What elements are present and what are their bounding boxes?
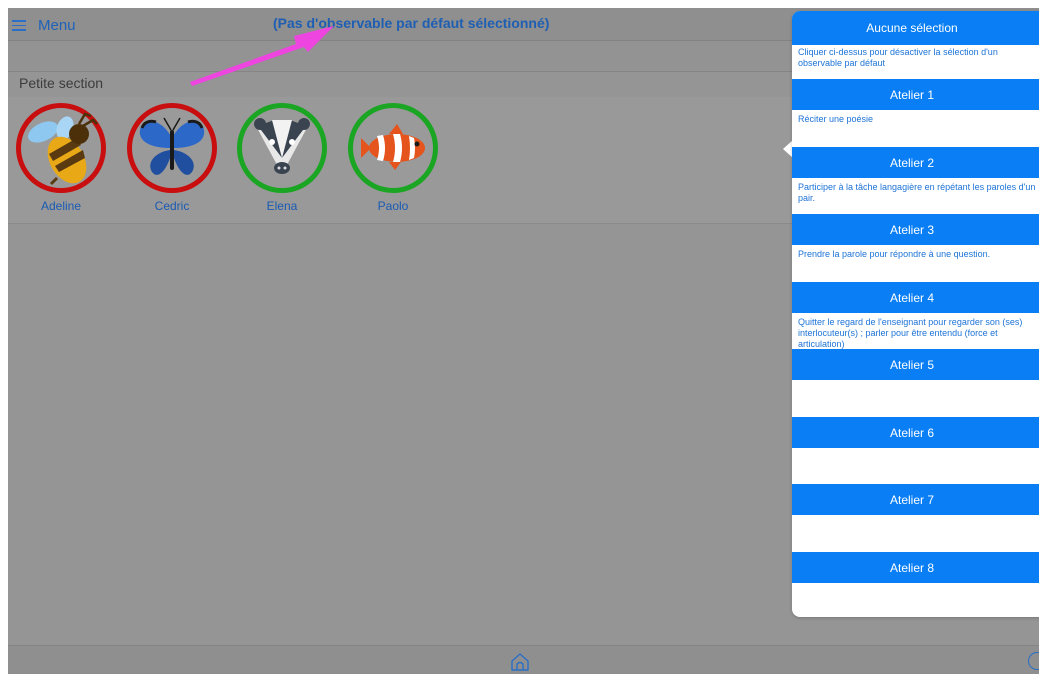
atelier-7-button[interactable]: Atelier 7	[792, 484, 1039, 515]
avatar	[348, 103, 438, 193]
student-name: Cedric	[154, 199, 190, 213]
section-title: Petite section	[19, 75, 104, 91]
avatar	[237, 103, 327, 193]
atelier-6-description[interactable]	[798, 452, 1039, 484]
student-name: Adeline	[40, 199, 82, 213]
bee-icon	[28, 112, 98, 186]
menu-button[interactable]: Menu	[12, 14, 76, 36]
student-card-adeline[interactable]: Adeline	[11, 103, 111, 215]
page-title: (Pas d'observable par défaut sélectionné…	[273, 15, 550, 31]
menu-label: Menu	[38, 16, 76, 34]
home-icon[interactable]	[509, 651, 531, 673]
hamburger-icon	[12, 20, 26, 31]
atelier-7-description[interactable]	[798, 519, 1039, 551]
clownfish-icon	[361, 124, 425, 170]
no-selection-button[interactable]: Aucune sélection	[792, 11, 1039, 45]
atelier-5-button[interactable]: Atelier 5	[792, 349, 1039, 380]
atelier-2-description[interactable]: Participer à la tâche langagière en répé…	[798, 182, 1039, 214]
avatar	[127, 103, 217, 193]
student-name: Paolo	[377, 199, 409, 213]
bottom-bar	[8, 645, 1039, 674]
avatar	[16, 103, 106, 193]
no-selection-description[interactable]: Cliquer ci-dessus pour désactiver la sél…	[798, 47, 1039, 79]
atelier-6-button[interactable]: Atelier 6	[792, 417, 1039, 448]
student-card-elena[interactable]: Elena	[232, 103, 332, 215]
atelier-5-description[interactable]	[798, 384, 1039, 416]
atelier-2-button[interactable]: Atelier 2	[792, 147, 1039, 178]
atelier-4-button[interactable]: Atelier 4	[792, 282, 1039, 313]
atelier-3-description[interactable]: Prendre la parole pour répondre à une qu…	[798, 249, 1039, 281]
atelier-1-button[interactable]: Atelier 1	[792, 79, 1039, 110]
atelier-4-description[interactable]: Quitter le regard de l'enseignant pour r…	[798, 317, 1039, 349]
atelier-8-description[interactable]	[798, 587, 1039, 617]
student-card-paolo[interactable]: Paolo	[343, 103, 443, 215]
butterfly-icon	[139, 117, 205, 175]
badger-icon	[254, 118, 310, 174]
atelier-8-button[interactable]: Atelier 8	[792, 552, 1039, 583]
atelier-3-button[interactable]: Atelier 3	[792, 214, 1039, 245]
observable-popover: Aucune sélection Cliquer ci-dessus pour …	[792, 11, 1039, 617]
atelier-1-description[interactable]: Réciter une poésie	[798, 114, 1039, 146]
help-icon[interactable]	[1028, 652, 1039, 670]
student-name: Elena	[266, 199, 298, 213]
student-card-cedric[interactable]: Cedric	[122, 103, 222, 215]
